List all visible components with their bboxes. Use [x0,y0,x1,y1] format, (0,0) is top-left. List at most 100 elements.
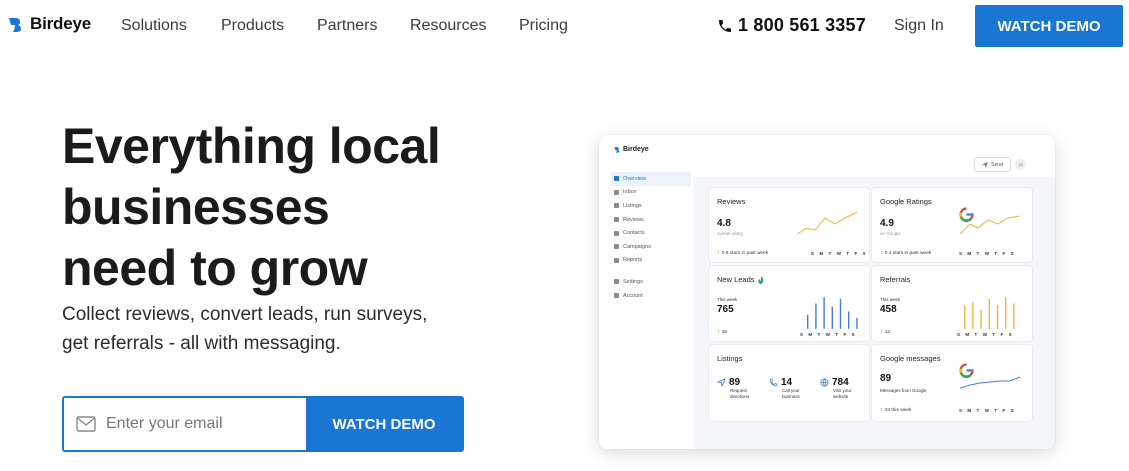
dashboard-topbar: Send JS [693,135,1055,177]
bar [1005,297,1007,329]
day-label: T [835,332,839,337]
sidebar-label: Campaigns [623,243,651,250]
day-label: T [994,408,998,413]
weekday-labels: SMTWTFS [959,251,1014,256]
reviews-caption: overall rating [717,231,743,236]
arrow-up-icon: ↑ [880,407,883,413]
home-icon [614,176,619,182]
arrow-up-icon: ↑ [717,329,720,335]
new-leads-period: This week [717,297,738,302]
google-ratings-card[interactable]: Google Ratings 4.9 on Google ↑ 0.4 stars … [872,188,1032,262]
bar [839,298,842,329]
nav-partners[interactable]: Partners [317,17,377,35]
watch-demo-button-nav[interactable]: WATCH DEMO [975,5,1123,47]
brand-name: Birdeye [30,14,91,33]
google-messages-caption: Messages from Google [880,388,927,393]
card-title: Referrals [880,275,911,284]
sidebar-label: Reviews [623,216,644,223]
new-leads-change-text: 25 [721,329,728,335]
headline-line-1: Everything local [62,118,441,174]
day-label: S [800,332,804,337]
reviews-change: ↑ 0.6 stars in past week [717,250,768,256]
bar [848,311,850,329]
reviews-card[interactable]: Reviews 4.8 overall rating ↑ 0.6 stars in… [709,188,869,262]
birdeye-logo-icon [614,147,620,153]
listings-stat-website: 784 Visit your website [820,377,851,399]
reviews-change-text: 0.6 stars in past week [721,250,769,256]
nav-products[interactable]: Products [221,17,284,35]
new-leads-bar-chart [807,297,858,329]
google-ratings-change: ↑ 0.4 stars in past week [880,250,931,256]
google-messages-change: ↑ 34 this week [880,407,911,413]
listings-card[interactable]: Listings 89 Request directions 14 Call yo… [709,345,869,421]
hero-subtext: Collect reviews, convert leads, run surv… [62,300,482,358]
sidebar-item-reviews[interactable]: Reviews [611,213,691,227]
nav-solutions[interactable]: Solutions [121,17,187,35]
referrals-card[interactable]: Referrals This week 458 ↑ 12 SMTWTFS [872,266,1032,341]
sidebar-item-inbox[interactable]: Inbox [611,186,691,200]
sign-in-link[interactable]: Sign In [894,17,944,35]
bar [964,305,966,329]
reviews-trend-line [797,211,858,235]
stat-label: Request [730,388,747,393]
day-label: M [808,332,813,337]
subtext-line-1: Collect reviews, convert leads, run surv… [62,304,428,325]
globe-icon [820,378,829,387]
sidebar-item-campaigns[interactable]: Campaigns [611,240,691,254]
bar [815,303,817,329]
google-messages-card[interactable]: Google messages 89 Messages from Google … [872,345,1032,421]
nav-resources[interactable]: Resources [410,17,486,35]
card-title: Reviews [717,197,746,206]
dashboard-brand-name: Birdeye [623,146,649,153]
avatar[interactable]: JS [1015,159,1026,170]
email-input[interactable] [106,415,296,433]
sidebar-label: Overview [623,175,646,182]
chat-icon [614,189,619,195]
sidebar-item-settings[interactable]: Settings [611,275,691,289]
gear-icon [614,279,619,285]
sidebar-item-listings[interactable]: Listings [611,199,691,213]
birdeye-logo-icon [9,18,21,32]
day-label: S [959,251,963,256]
day-label: F [1002,251,1006,256]
dashboard-main: Send JS Reviews 4.8 overall rating ↑ 0.6 … [693,135,1055,449]
stat-value: 14 [781,377,793,388]
day-label: S [811,251,815,256]
sidebar-item-overview[interactable]: Overview [611,172,691,186]
day-label: T [994,251,998,256]
stat-label: Call your [782,388,800,393]
nav-pricing[interactable]: Pricing [519,17,568,35]
day-label: M [967,408,972,413]
sidebar-item-contacts[interactable]: Contacts [611,226,691,240]
watch-demo-button-hero[interactable]: WATCH DEMO [306,398,462,450]
top-nav: Birdeye Solutions Products Partners Reso… [0,0,1129,54]
bar [988,298,990,329]
brand-logo[interactable]: Birdeye [8,14,91,34]
day-label: S [862,251,866,256]
stat-value: 89 [729,377,741,388]
upload-icon [614,203,619,209]
day-label: S [851,332,855,337]
headline-line-3: need to grow [62,240,368,296]
new-leads-card[interactable]: New Leads This week 765 ↑ 25 SMTWTFS [709,266,869,341]
sidebar-item-account[interactable]: Account [611,289,691,303]
email-field-wrapper [64,398,306,450]
day-label: W [982,332,987,337]
day-label: T [846,251,850,256]
day-label: S [1010,251,1014,256]
card-title: New Leads [717,275,755,284]
send-label: Send [991,161,1003,168]
card-title: Google Ratings [880,197,932,206]
hero-headline: Everything local businesses need to grow [62,116,532,299]
weekday-labels: SMTWTFS [957,332,1012,337]
sidebar-item-reports[interactable]: Reports [611,254,691,268]
send-button[interactable]: Send [974,157,1011,172]
phone-link[interactable]: 1 800 561 3357 [717,15,866,36]
sidebar-label: Account [623,292,643,299]
stat-value: 784 [832,377,849,388]
day-label: M [965,332,970,337]
bar [856,317,858,329]
day-label: F [1002,408,1006,413]
sidebar-label: Contacts [623,230,645,237]
